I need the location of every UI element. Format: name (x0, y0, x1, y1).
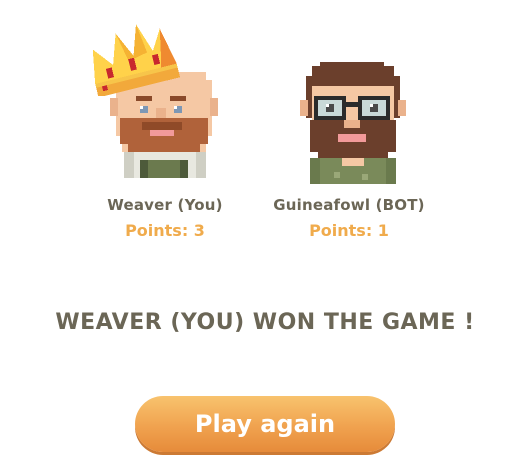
player-card-weaver: Weaver (You) Points: 3 (70, 0, 260, 240)
player-name: Guineafowl (BOT) (273, 196, 425, 214)
player-avatar-guineafowl (254, 0, 444, 190)
glasses-bearded-man-avatar (300, 62, 406, 184)
player-avatar-weaver (70, 0, 260, 190)
game-result-heading: WEAVER (YOU) WON THE GAME ! (55, 310, 475, 335)
player-card-guineafowl: Guineafowl (BOT) Points: 1 (254, 0, 444, 240)
player-points: Points: 3 (125, 221, 205, 240)
play-again-button[interactable]: Play again (135, 396, 395, 452)
player-name: Weaver (You) (107, 196, 223, 214)
player-points: Points: 1 (309, 221, 389, 240)
crown-icon (92, 24, 181, 96)
